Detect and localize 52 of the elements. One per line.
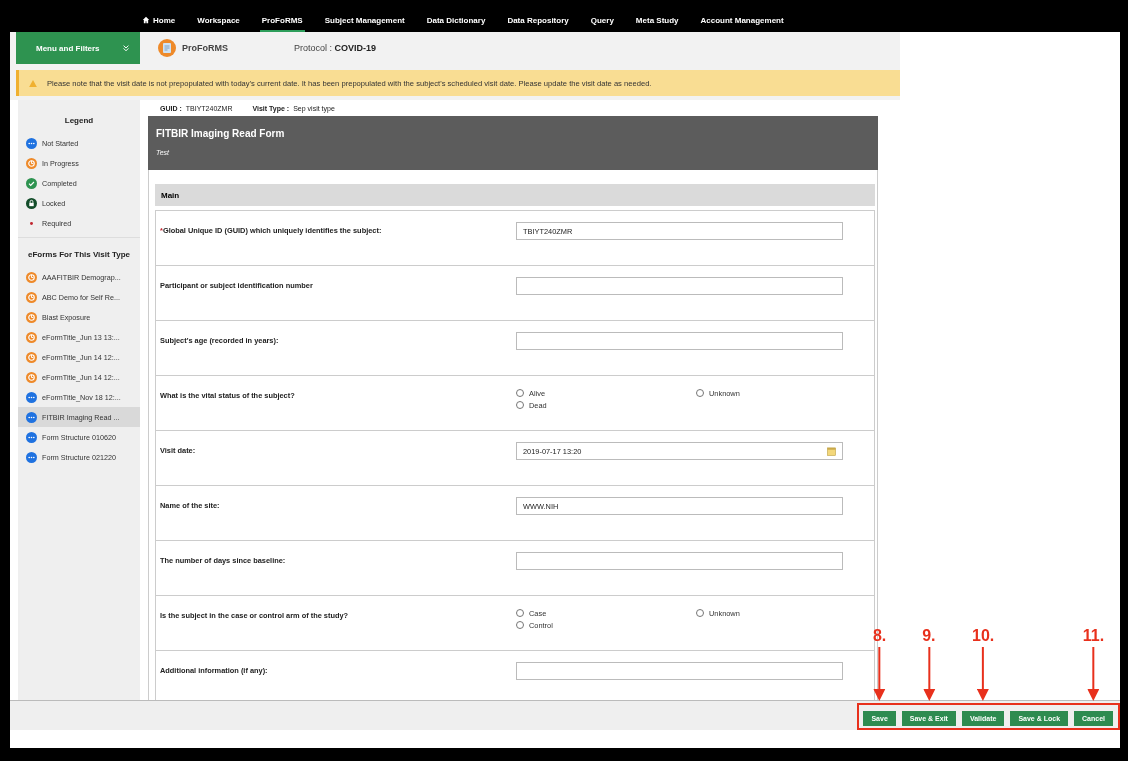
legend-title: Legend	[63, 115, 95, 127]
progress-icon	[26, 271, 37, 283]
lock-icon	[26, 197, 37, 209]
arrow-icon	[922, 647, 935, 701]
text-field[interactable]	[516, 552, 843, 570]
dots-icon	[26, 451, 37, 463]
arrow-icon	[1087, 647, 1100, 701]
section-header: Main	[155, 184, 875, 206]
radio-button[interactable]	[516, 621, 524, 629]
nav-link[interactable]: Data Repository	[505, 10, 571, 32]
progress-icon	[26, 331, 37, 343]
nav-link[interactable]: Subject Management	[322, 10, 407, 32]
app-name: ProFoRMS	[182, 43, 229, 53]
radio-button[interactable]	[516, 401, 524, 409]
nav-link[interactable]: Account Management	[698, 10, 786, 32]
text-field[interactable]	[516, 662, 843, 680]
home-icon	[142, 16, 150, 24]
form-app-icon	[158, 39, 176, 57]
check-icon	[26, 177, 37, 189]
form-title: FITBIR Imaging Read Form	[156, 128, 286, 139]
annotation-number: 10.	[972, 627, 995, 645]
dots-icon	[26, 137, 37, 149]
warning-icon	[29, 79, 37, 87]
chevrons-down-icon	[122, 44, 130, 52]
menu-filters-button[interactable]: Menu and Filters	[16, 32, 140, 64]
radio-button[interactable]	[516, 389, 524, 397]
nav-link[interactable]: Workspace	[195, 10, 242, 32]
annotation-number: 8.	[872, 627, 887, 645]
arrow-icon	[977, 647, 990, 701]
radio-button[interactable]	[516, 609, 524, 617]
dots-icon	[26, 411, 37, 423]
radio-button[interactable]	[696, 609, 704, 617]
text-field[interactable]	[516, 277, 843, 295]
annotation-number: 11.	[1082, 627, 1105, 645]
nav-link[interactable]: Query	[588, 10, 616, 32]
nav-link[interactable]: Home	[140, 10, 178, 32]
protocol-text: Protocol : COVID-19	[294, 43, 377, 53]
progress-icon	[26, 291, 37, 303]
dots-icon	[26, 431, 37, 443]
nav-link[interactable]: Meta Study	[633, 10, 681, 32]
radio-button[interactable]	[696, 389, 704, 397]
calendar-icon[interactable]	[827, 446, 836, 456]
arrow-icon	[873, 647, 886, 701]
progress-icon	[26, 371, 37, 383]
progress-icon	[26, 157, 37, 169]
annotation-number: 9.	[922, 627, 936, 645]
progress-icon	[26, 311, 37, 323]
dots-icon	[26, 391, 37, 403]
eforms-title: eForms For This Visit Type	[27, 249, 131, 261]
nav-link[interactable]: Data Dictionary	[424, 10, 488, 32]
progress-icon	[26, 351, 37, 363]
text-field[interactable]	[516, 332, 843, 350]
